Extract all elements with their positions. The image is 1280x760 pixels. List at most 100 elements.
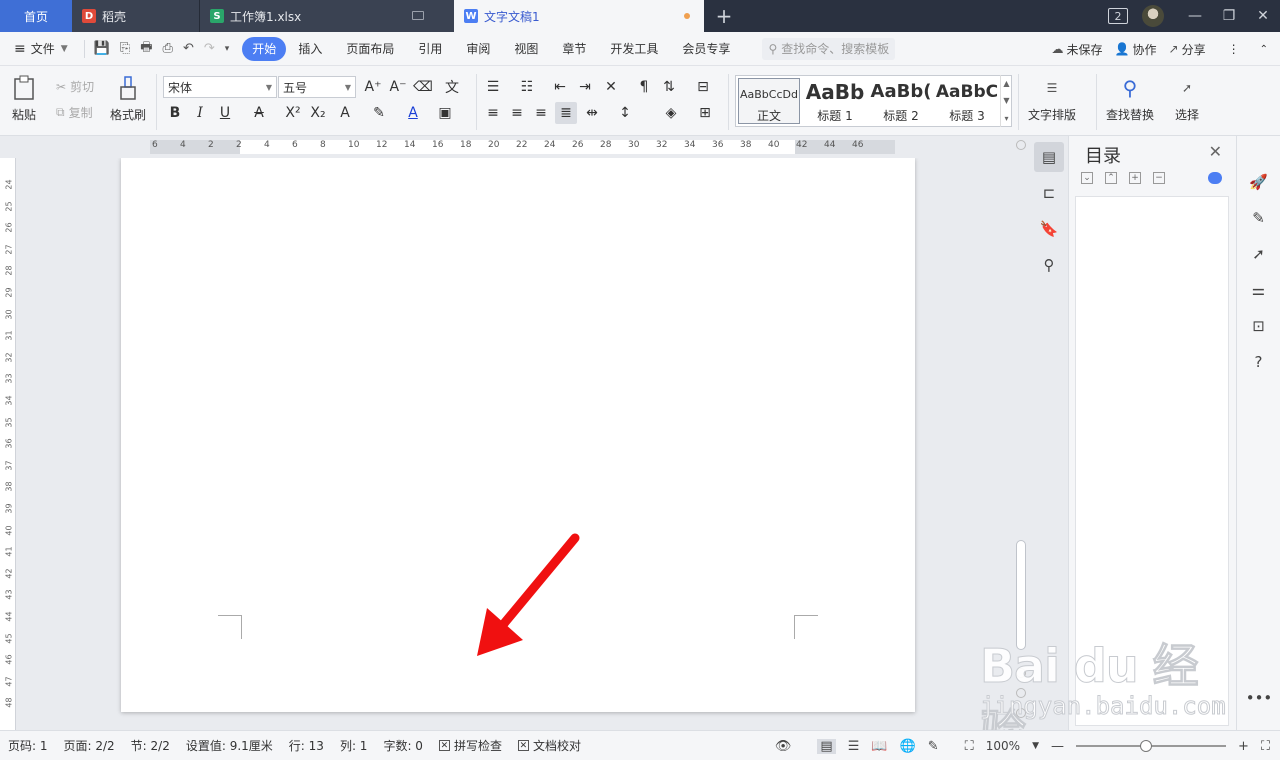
adjust-icon[interactable]: ⚌ <box>1247 278 1271 302</box>
fit-page-icon[interactable]: ⛶ <box>965 739 974 754</box>
ai-icon[interactable] <box>1208 172 1222 184</box>
window-count-badge[interactable]: 2 <box>1108 8 1128 24</box>
minimize-icon[interactable]: — <box>1178 8 1212 24</box>
tab-page-layout[interactable]: 页面布局 <box>334 37 406 61</box>
pointer-icon[interactable]: ➚ <box>1247 242 1271 266</box>
align-center-icon[interactable]: ≡ <box>506 102 528 124</box>
numbered-list-icon[interactable]: ☷ <box>516 76 538 98</box>
style-heading-3[interactable]: AaBbC 标题 3 <box>934 76 1000 126</box>
tab-developer[interactable]: 开发工具 <box>598 37 670 61</box>
zoom-level[interactable]: 100% <box>986 739 1020 753</box>
font-color-icon[interactable]: A <box>402 102 424 124</box>
demote-icon[interactable]: − <box>1153 172 1165 184</box>
tab-references[interactable]: 引用 <box>406 37 454 61</box>
zoom-slider[interactable] <box>1075 740 1226 752</box>
outline-view-icon[interactable]: ☰ <box>848 739 860 754</box>
decrease-indent-icon[interactable]: ⇤ <box>549 76 571 98</box>
new-tab-button[interactable]: + <box>704 0 744 32</box>
cut-button[interactable]: ✂ 剪切 <box>56 78 94 95</box>
subscript-icon[interactable]: X₂ <box>307 102 329 124</box>
style-heading-1[interactable]: AaBb 标题 1 <box>802 76 868 126</box>
collab-button[interactable]: 👤 协作 <box>1115 41 1157 58</box>
chapter-nav-icon[interactable]: ⊏ <box>1034 178 1064 208</box>
bookmark-icon[interactable]: 🔖 <box>1034 214 1064 244</box>
paste-button[interactable]: 粘贴 <box>12 74 36 123</box>
inbox-icon[interactable]: ⊡ <box>1247 314 1271 338</box>
scroll-prev-page-icon[interactable] <box>1016 668 1026 678</box>
scroll-thumb[interactable] <box>1016 540 1026 650</box>
share-button[interactable]: ↗ 分享 <box>1169 41 1206 58</box>
clear-format-icon[interactable]: ⌫ <box>412 76 434 98</box>
borders-icon[interactable]: ⊞ <box>694 102 716 124</box>
redo-icon[interactable]: ↷ <box>199 41 220 56</box>
spell-check-button[interactable]: ✕ 拼写检查 <box>431 737 510 754</box>
align-right-icon[interactable]: ≡ <box>530 102 552 124</box>
chevron-down-icon[interactable]: ▼ <box>1003 96 1009 105</box>
expand-icon[interactable]: ▾ <box>1004 114 1008 123</box>
tab-membership[interactable]: 会员专享 <box>670 37 742 61</box>
increase-indent-icon[interactable]: ⇥ <box>574 76 596 98</box>
font-name-select[interactable]: 宋体 ▼ <box>163 76 277 98</box>
border-line-icon[interactable]: ⊟ <box>692 76 714 98</box>
zoom-out-icon[interactable]: — <box>1051 739 1064 754</box>
status-pages[interactable]: 页面: 2/2 <box>56 737 123 754</box>
print-preview-icon[interactable]: ⎙ <box>158 41 178 56</box>
tab-insert[interactable]: 插入 <box>286 37 334 61</box>
chinese-layout-icon[interactable]: ✕ <box>600 76 622 98</box>
rocket-icon[interactable]: 🚀 <box>1247 170 1271 194</box>
pen-icon[interactable]: ✎ <box>1247 206 1271 230</box>
tab-home[interactable]: 首页 <box>0 0 72 32</box>
format-painter-button[interactable]: 格式刷 <box>110 74 146 123</box>
unsaved-button[interactable]: ☁ 未保存 <box>1052 41 1103 58</box>
more-icon[interactable]: ⋮ <box>1228 42 1240 56</box>
undo-icon[interactable]: ↶ <box>178 41 199 56</box>
nav-search-icon[interactable]: ⚲ <box>1034 250 1064 280</box>
strikethrough-icon[interactable]: A <box>248 102 270 124</box>
fullscreen-icon[interactable]: ⛶ <box>1261 739 1270 754</box>
line-spacing-icon[interactable]: ↕ <box>614 102 636 124</box>
reading-view-icon[interactable]: 📖 <box>871 739 887 754</box>
close-icon[interactable]: ✕ <box>1246 8 1280 24</box>
scroll-select-object-icon[interactable] <box>1016 688 1026 698</box>
style-normal[interactable]: AaBbCcDd 正文 <box>738 78 800 124</box>
print-icon[interactable]: 🖶 <box>135 38 157 60</box>
quick-access-chevron-icon[interactable]: ▾ <box>220 44 235 54</box>
status-setting[interactable]: 设置值: 9.1厘米 <box>178 737 281 754</box>
help-icon[interactable]: ? <box>1247 350 1271 374</box>
tab-review[interactable]: 审阅 <box>454 37 502 61</box>
status-col[interactable]: 列: 1 <box>332 737 376 754</box>
tab-chapter[interactable]: 章节 <box>550 37 598 61</box>
select-button[interactable]: ➚ 选择 <box>1175 74 1199 123</box>
status-section[interactable]: 节: 2/2 <box>123 737 178 754</box>
toc-view-icon[interactable]: ▤ <box>1034 142 1064 172</box>
collapse-all-icon[interactable]: ⌃ <box>1105 172 1117 184</box>
tab-daoke[interactable]: D 稻壳 <box>72 0 200 32</box>
style-gallery-scroll[interactable]: ▲ ▼ ▾ <box>1000 75 1012 127</box>
horizontal-ruler[interactable]: 6 4 2 2 4 6 8 10 12 14 16 18 20 22 24 26 28 30 32 34 36 38 40 4… <box>0 136 1030 158</box>
char-shading-icon[interactable]: ▣ <box>434 102 456 124</box>
web-view-icon[interactable]: 🌐 <box>900 739 916 754</box>
align-left-icon[interactable]: ≡ <box>482 102 504 124</box>
shrink-font-icon[interactable]: A⁻ <box>387 76 409 98</box>
text-layout-button[interactable]: ☰ 文字排版 <box>1028 74 1076 123</box>
zoom-in-icon[interactable]: + <box>1238 739 1249 754</box>
command-search[interactable]: ⚲ 查找命令、搜索模板 <box>762 37 896 60</box>
proofread-button[interactable]: ✕ 文档校对 <box>510 737 589 754</box>
document-canvas[interactable] <box>17 158 1012 730</box>
tab-document[interactable]: W 文字文稿1 <box>454 0 704 32</box>
sort-icon[interactable]: ⇅ <box>658 76 680 98</box>
more-options-icon[interactable]: ••• <box>1246 686 1273 710</box>
show-marks-icon[interactable]: ¶ <box>633 76 655 98</box>
status-row[interactable]: 行: 13 <box>281 737 332 754</box>
copy-button[interactable]: ⧉ 复制 <box>56 104 93 121</box>
restore-icon[interactable]: ❐ <box>1212 8 1246 24</box>
text-effect-icon[interactable]: A <box>334 102 356 124</box>
write-view-icon[interactable]: ✎ <box>928 739 939 754</box>
monitor-icon[interactable] <box>412 11 424 20</box>
status-page[interactable]: 页码: 1 <box>0 737 56 754</box>
bold-icon[interactable]: B <box>164 102 186 124</box>
zoom-slider-knob[interactable] <box>1139 740 1152 752</box>
file-menu[interactable]: ≡ 文件 ▼ <box>0 37 80 61</box>
collapse-ribbon-icon[interactable]: ⌃ <box>1260 44 1268 55</box>
italic-icon[interactable]: I <box>189 102 211 124</box>
